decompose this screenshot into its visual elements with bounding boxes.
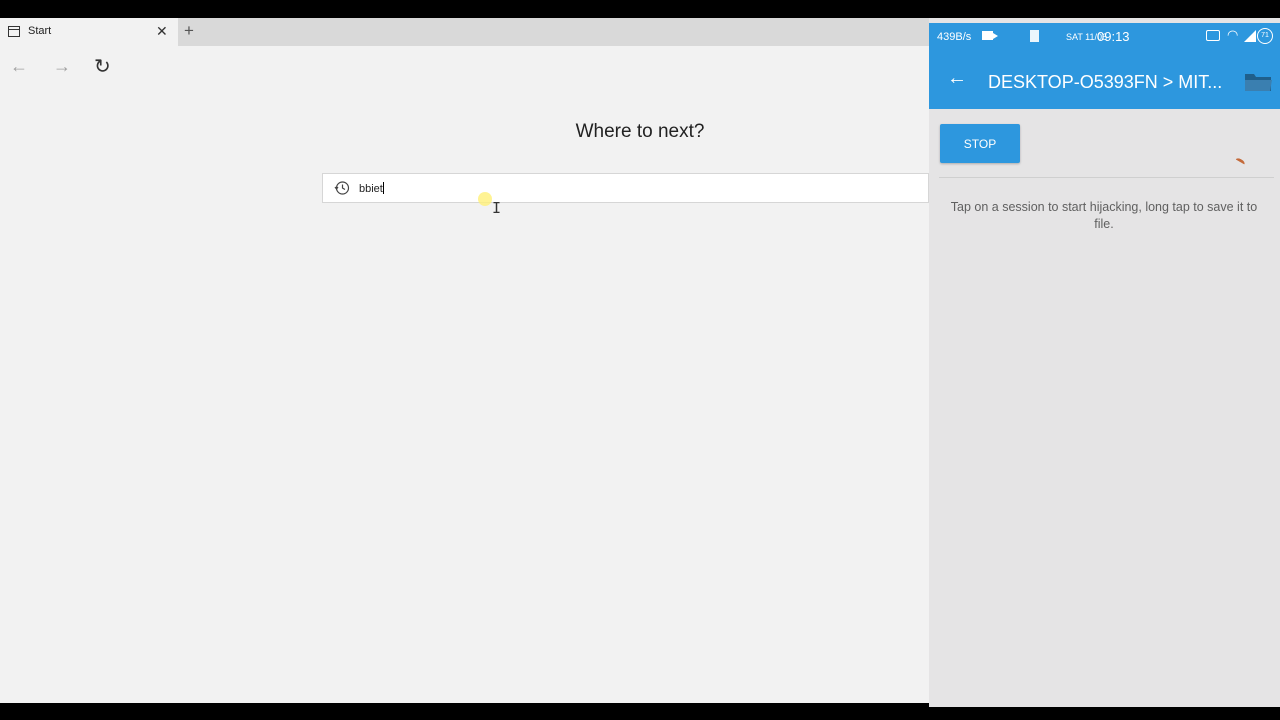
new-tab-button[interactable]: + [184,21,194,41]
screen-frame: Start ✕ + ← → ↻ Where to next? bbiet I 4… [0,0,1280,720]
status-bar: 439B/s SAT 11/06 09:13 ◠ 71 [929,23,1280,51]
tab-bar: Start ✕ + [0,18,929,46]
divider [939,177,1274,178]
toolbar-title: DESKTOP-O5393FN > MIT... [988,72,1223,92]
phone-screen: 439B/s SAT 11/06 09:13 ◠ 71 ← DESKTOP-O5… [929,18,1280,707]
search-value: bbiet [359,182,384,195]
page-icon [8,26,20,37]
network-speed: 439B/s [937,31,972,43]
refresh-button[interactable]: ↻ [94,54,111,79]
back-arrow-button[interactable]: ← [947,67,967,90]
status-time: 09:13 [1097,29,1130,44]
wifi-icon: ◠ [1227,27,1239,42]
video-camera-icon [982,31,998,40]
forward-button[interactable]: → [53,56,71,77]
signal-icon [1244,30,1256,42]
text-cursor-icon: I [492,199,502,217]
browser-window: Start ✕ + ← → ↻ Where to next? bbiet I [0,18,929,703]
cast-icon [1206,30,1220,41]
app-bar: 439B/s SAT 11/06 09:13 ◠ 71 ← DESKTOP-O5… [929,23,1280,109]
cursor-highlight [478,192,492,206]
tab-title: Start [28,25,52,37]
stop-button[interactable]: STOP [940,124,1020,163]
file-icon [1030,30,1039,42]
folder-icon[interactable] [1244,71,1273,93]
hint-text: Tap on a session to start hijacking, lon… [950,200,1258,231]
search-input[interactable]: bbiet [322,173,929,203]
loading-spinner-icon [1234,156,1246,168]
battery-icon: 71 [1257,28,1273,44]
history-icon [334,181,350,195]
tab-start[interactable]: Start ✕ [0,18,178,46]
back-button[interactable]: ← [10,56,28,77]
close-icon[interactable]: ✕ [156,23,168,40]
navigation-bar: ← → ↻ [0,46,929,88]
